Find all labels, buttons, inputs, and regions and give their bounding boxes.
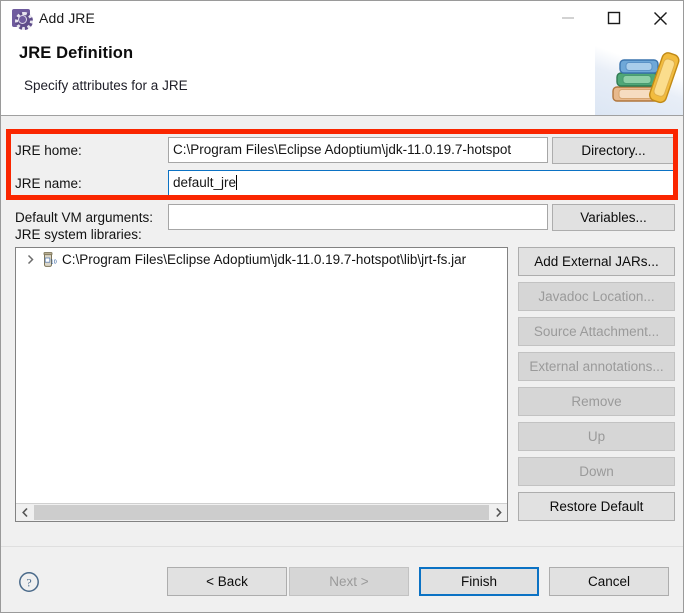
add-jre-dialog: Add JRE JRE Definition Specify attribute… — [0, 0, 684, 613]
up-button: Up — [518, 422, 675, 451]
dialog-body: JRE home: C:\Program Files\Eclipse Adopt… — [1, 116, 683, 546]
dialog-header: JRE Definition Specify attributes for a … — [1, 35, 683, 116]
jre-home-input[interactable]: C:\Program Files\Eclipse Adoptium\jdk-11… — [168, 137, 548, 163]
libraries-caption: JRE system libraries: — [15, 227, 142, 242]
jre-app-icon — [12, 9, 33, 30]
help-icon[interactable]: ? — [18, 571, 40, 593]
external-annotations-button: External annotations... — [518, 352, 675, 381]
remove-button: Remove — [518, 387, 675, 416]
jre-name-label: JRE name: — [15, 175, 82, 191]
dialog-footer: ? < Back Next > Finish Cancel — [1, 546, 683, 612]
add-external-jars-button[interactable]: Add External JARs... — [518, 247, 675, 276]
window-title: Add JRE — [39, 10, 95, 26]
svg-text:?: ? — [26, 575, 31, 589]
finish-button[interactable]: Finish — [419, 567, 539, 596]
directory-button[interactable]: Directory... — [552, 137, 675, 164]
close-icon[interactable] — [637, 1, 683, 35]
back-button[interactable]: < Back — [167, 567, 287, 596]
chevron-right-icon[interactable] — [22, 251, 39, 268]
title-bar: Add JRE — [1, 1, 683, 35]
down-button: Down — [518, 457, 675, 486]
jre-name-row: JRE name: — [15, 170, 82, 196]
horizontal-scrollbar[interactable] — [16, 503, 507, 521]
scrollbar-track[interactable] — [34, 504, 489, 521]
next-button: Next > — [289, 567, 409, 596]
source-attachment-button: Source Attachment... — [518, 317, 675, 346]
chevron-left-icon[interactable] — [16, 504, 34, 521]
jre-home-label: JRE home: — [15, 142, 82, 158]
vm-arguments-label: Default VM arguments: — [15, 209, 154, 225]
variables-button[interactable]: Variables... — [552, 204, 675, 231]
javadoc-location-button: Javadoc Location... — [518, 282, 675, 311]
vm-arguments-input[interactable] — [168, 204, 548, 230]
jre-name-input[interactable]: default_jre — [168, 170, 675, 196]
jre-name-value: default_jre — [173, 175, 237, 190]
chevron-right-icon[interactable] — [489, 504, 507, 521]
cancel-button[interactable]: Cancel — [549, 567, 669, 596]
page-title: JRE Definition — [19, 44, 134, 62]
libraries-list[interactable]: 10 C:\Program Files\Eclipse Adoptium\jdk… — [15, 247, 508, 522]
list-item-label: C:\Program Files\Eclipse Adoptium\jdk-11… — [62, 251, 467, 267]
maximize-icon[interactable] — [591, 1, 637, 35]
jre-home-row: JRE home: — [15, 137, 82, 163]
page-subtitle: Specify attributes for a JRE — [24, 78, 188, 93]
restore-default-button[interactable]: Restore Default — [518, 492, 675, 521]
window-controls — [545, 1, 683, 35]
svg-text:10: 10 — [50, 259, 56, 265]
table-row[interactable]: 10 C:\Program Files\Eclipse Adoptium\jdk… — [16, 248, 507, 270]
scrollbar-thumb[interactable] — [34, 505, 489, 520]
minimize-icon[interactable] — [545, 1, 591, 35]
books-stack-image — [595, 35, 683, 115]
text-caret — [236, 175, 238, 190]
jar-file-icon: 10 — [39, 251, 57, 268]
